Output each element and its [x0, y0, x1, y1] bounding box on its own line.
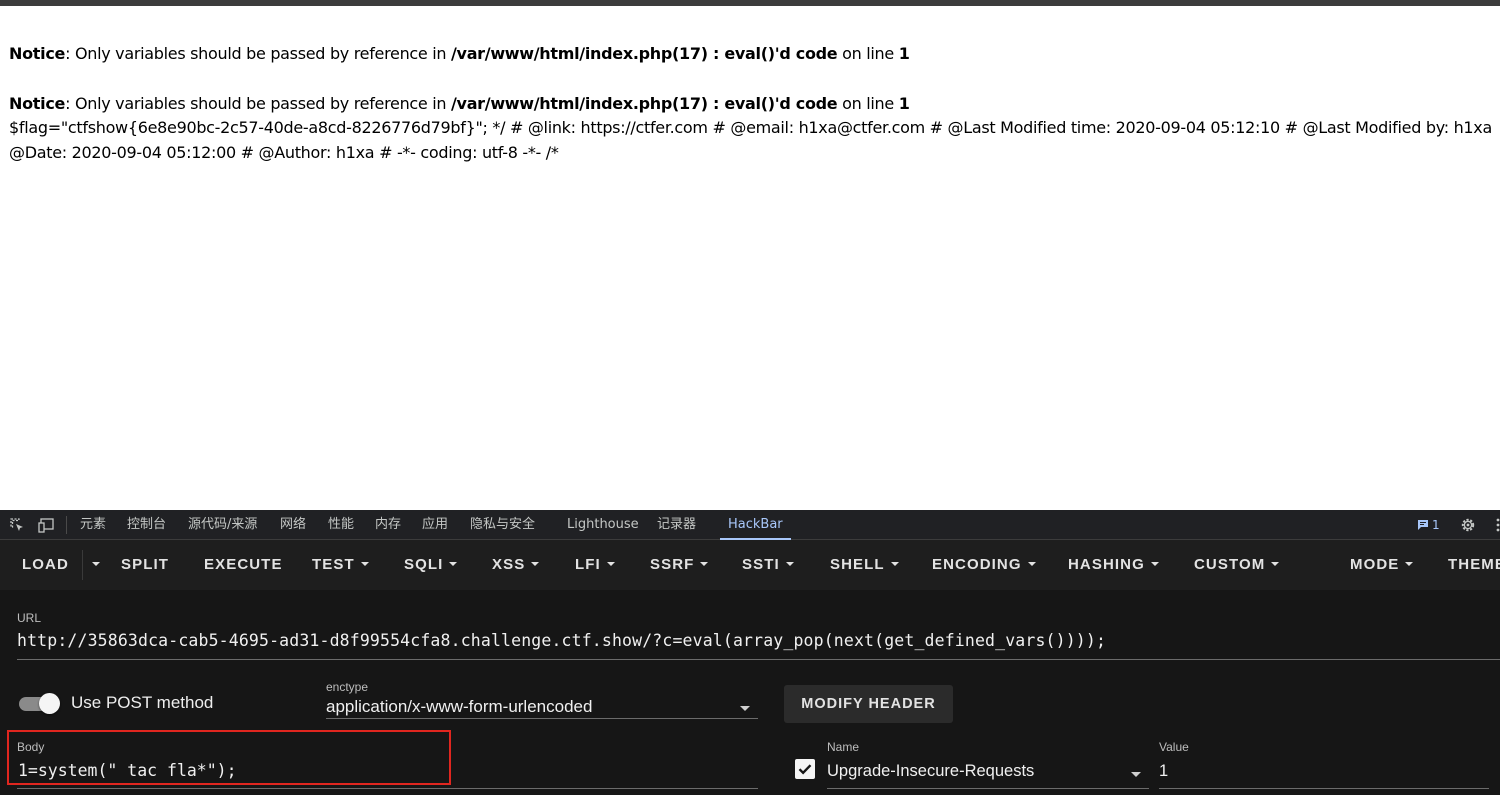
header-value-input[interactable]: 1 — [1159, 762, 1168, 781]
chevron-down-icon — [449, 562, 458, 566]
check-icon — [798, 764, 812, 775]
messages-badge[interactable]: 1 — [1417, 510, 1440, 540]
encoding-menu-button[interactable]: ENCODING — [932, 540, 1036, 590]
tab-network[interactable]: 网络 — [280, 510, 306, 540]
split-button[interactable]: SPLIT — [121, 540, 169, 590]
chevron-down-icon — [531, 562, 540, 566]
url-label: URL — [17, 611, 42, 625]
enctype-select[interactable]: application/x-www-form-urlencoded — [326, 697, 592, 717]
body-highlight-box — [7, 730, 451, 785]
load-button[interactable]: LOAD — [22, 540, 69, 590]
tab-performance[interactable]: 性能 — [328, 510, 354, 540]
hackbar-toolbar: LOAD SPLIT EXECUTE TEST SQLI XSS LFI SSR… — [0, 540, 1500, 590]
modify-header-button[interactable]: MODIFY HEADER — [784, 685, 953, 723]
notice-line-2: Notice: Only variables should be passed … — [9, 93, 910, 113]
load-dropdown-button[interactable] — [86, 540, 100, 590]
tab-sources[interactable]: 源代码/来源 — [188, 510, 257, 540]
tab-console[interactable]: 控制台 — [127, 510, 166, 540]
chevron-down-icon — [92, 562, 100, 566]
theme-menu-button[interactable]: THEME — [1448, 540, 1500, 590]
hashing-menu-button[interactable]: HASHING — [1068, 540, 1159, 590]
gear-icon[interactable] — [1460, 517, 1476, 533]
chevron-down-icon — [1405, 562, 1414, 566]
flag-output-line-2: @Date: 2020-09-04 05:12:00 # @Author: h1… — [9, 142, 559, 162]
chevron-down-icon — [890, 562, 899, 566]
enctype-label: enctype — [326, 680, 369, 694]
devtools-tab-bar: 元素 控制台 源代码/来源 网络 性能 内存 应用 隐私与安全 Lighthou… — [0, 510, 1500, 540]
chevron-down-icon — [1027, 562, 1036, 566]
tab-hackbar[interactable]: HackBar — [720, 510, 791, 540]
sqli-menu-button[interactable]: SQLI — [404, 540, 458, 590]
chevron-down-icon — [1271, 562, 1280, 566]
chevron-down-icon — [1150, 562, 1159, 566]
tab-memory[interactable]: 内存 — [375, 510, 401, 540]
more-icon[interactable] — [1491, 517, 1500, 533]
lfi-menu-button[interactable]: LFI — [575, 540, 615, 590]
ssrf-menu-button[interactable]: SSRF — [650, 540, 709, 590]
devtools-panel: 元素 控制台 源代码/来源 网络 性能 内存 应用 隐私与安全 Lighthou… — [0, 510, 1500, 795]
xss-menu-button[interactable]: XSS — [492, 540, 540, 590]
header-enabled-checkbox[interactable] — [795, 759, 815, 779]
tab-elements[interactable]: 元素 — [80, 510, 106, 540]
mode-menu-button[interactable]: MODE — [1350, 540, 1414, 590]
test-menu-button[interactable]: TEST — [312, 540, 369, 590]
tab-privacy-security[interactable]: 隐私与安全 — [470, 510, 535, 540]
header-name-select[interactable]: Upgrade-Insecure-Requests — [827, 762, 1034, 781]
chevron-down-icon — [1131, 772, 1141, 777]
chevron-down-icon — [740, 706, 750, 711]
tab-lighthouse[interactable]: Lighthouse — [567, 510, 639, 540]
tab-application[interactable]: 应用 — [422, 510, 448, 540]
messages-icon — [1418, 520, 1428, 530]
execute-button[interactable]: EXECUTE — [204, 540, 283, 590]
inspect-element-icon[interactable] — [9, 517, 25, 533]
notice-line-1: Notice: Only variables should be passed … — [9, 44, 910, 63]
flag-output-line-1: $flag="ctfshow{6e8e90bc-2c57-40de-a8cd-8… — [9, 118, 1497, 137]
tab-recorder[interactable]: 记录器 — [657, 510, 696, 540]
use-post-label: Use POST method — [71, 693, 214, 712]
browser-top-strip — [0, 0, 1500, 6]
chevron-down-icon — [606, 562, 615, 566]
header-value-label: Value — [1159, 740, 1189, 754]
chevron-down-icon — [700, 562, 709, 566]
chevron-down-icon — [360, 562, 369, 566]
shell-menu-button[interactable]: SHELL — [830, 540, 899, 590]
page-output: Notice: Only variables should be passed … — [9, 42, 1497, 165]
ssti-menu-button[interactable]: SSTI — [742, 540, 794, 590]
url-input[interactable]: http://35863dca-cab5-4695-ad31-d8f99554c… — [17, 631, 1106, 650]
device-toolbar-icon[interactable] — [38, 517, 54, 533]
custom-menu-button[interactable]: CUSTOM — [1194, 540, 1280, 590]
chevron-down-icon — [785, 562, 794, 566]
header-name-label: Name — [827, 740, 860, 754]
use-post-toggle[interactable] — [19, 693, 61, 714]
